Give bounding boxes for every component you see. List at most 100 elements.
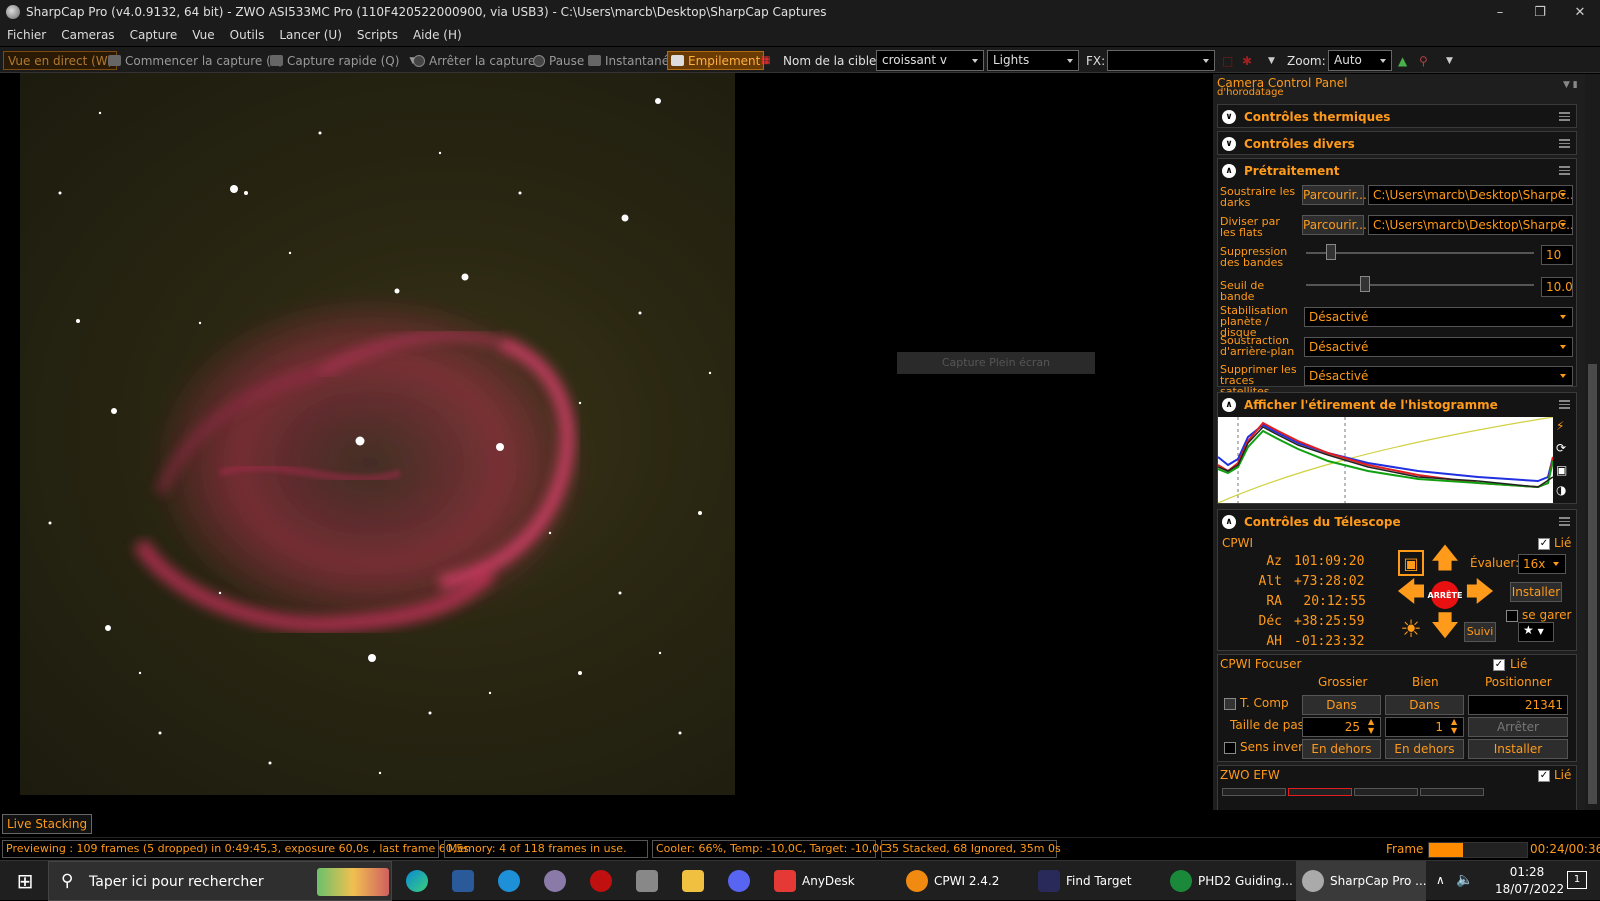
taskbar-app-sharpcap[interactable]: SharpCap Pro ... (1302, 867, 1427, 895)
snapshot-button[interactable]: Instantané (588, 51, 669, 70)
taskbar-app-find-target[interactable]: Find Target (1038, 867, 1132, 895)
quick-capture-button[interactable]: Capture rapide (Q)▼ (270, 51, 416, 70)
stacking-button[interactable]: Empilement (667, 51, 765, 70)
pause-button[interactable]: Pause (533, 51, 584, 70)
band-threshold-value-input[interactable]: 10.0 (1541, 277, 1573, 297)
coarse-out-button[interactable]: En dehors (1302, 739, 1381, 759)
chevron-up-icon[interactable]: ∧ (1222, 398, 1236, 412)
star-icon[interactable]: ★ ▼ (1518, 622, 1554, 642)
arrow-right-button[interactable]: 🡆 (1465, 575, 1495, 610)
filter-slot-3[interactable] (1354, 788, 1418, 796)
menu-icon[interactable] (1559, 166, 1570, 175)
app-star-icon[interactable] (636, 867, 664, 895)
taskbar-app-cpwi[interactable]: CPWI 2.4.2 (906, 867, 999, 895)
arrow-up-button[interactable]: 🡅 (1430, 541, 1460, 576)
filter-slot-4[interactable] (1420, 788, 1484, 796)
red-cross-icon[interactable]: ✱ (1242, 51, 1252, 70)
fine-out-button[interactable]: En dehors (1385, 739, 1464, 759)
coarse-step-spinner-icon[interactable]: ▲ ▼ (1368, 717, 1374, 735)
panel-scrollbar[interactable] (1585, 74, 1600, 810)
rate-dropdown[interactable]: 16x (1518, 554, 1566, 574)
stabilization-dropdown[interactable]: Désactivé (1304, 307, 1573, 327)
histogram-icon[interactable]: ▲ (1398, 51, 1407, 70)
stop-capture-button[interactable]: Arrêter la capture (413, 51, 535, 70)
menu-capture[interactable]: Capture (130, 28, 178, 42)
scrollbar-thumb[interactable] (1588, 364, 1597, 804)
target-name-dropdown[interactable]: croissant v (876, 50, 984, 71)
chevron-up-icon[interactable]: ∧ (1222, 515, 1236, 529)
band-threshold-slider[interactable] (1306, 276, 1534, 292)
filter-slot-1[interactable] (1222, 788, 1286, 796)
reset-icon[interactable]: ⟳ (1556, 441, 1566, 455)
panel-pin-icon[interactable]: ▼ ▮ (1563, 80, 1578, 90)
ccleaner-icon[interactable] (498, 867, 526, 895)
satellite-trails-dropdown[interactable]: Désactivé (1304, 366, 1573, 386)
banding-value-input[interactable]: 10 (1541, 245, 1573, 265)
search-box[interactable]: ⚲ Taper ici pour rechercher (48, 861, 392, 901)
temp-comp-checkbox[interactable] (1224, 698, 1236, 710)
minimize-button[interactable]: – (1480, 0, 1520, 24)
thermal-section[interactable]: ∨ Contrôles thermiques (1217, 104, 1577, 128)
darks-path-dropdown[interactable]: C:\Users\marcb\Desktop\SharpC... (1368, 185, 1573, 205)
flats-path-dropdown[interactable]: C:\Users\marcb\Desktop\SharpC... (1368, 215, 1573, 235)
menu-icon[interactable] (1559, 517, 1570, 526)
menu-launch[interactable]: Lancer (U) (279, 28, 342, 42)
start-capture-button[interactable]: Commencer la capture (S) (108, 51, 283, 70)
tray-chevron-icon[interactable]: ∧ (1436, 873, 1445, 887)
menu-file[interactable]: Fichier (7, 28, 46, 42)
band-threshold-slider-knob[interactable] (1360, 276, 1370, 292)
misc-section[interactable]: ∨ Contrôles divers (1217, 131, 1577, 155)
mount-setup-button[interactable]: Installer (1510, 582, 1562, 602)
menu-view[interactable]: Vue (192, 28, 214, 42)
focuser-position-input[interactable]: 21341 (1468, 695, 1568, 715)
menu-tools[interactable]: Outils (230, 28, 265, 42)
contrast-icon[interactable]: ◑ (1556, 483, 1566, 497)
discord-icon[interactable] (728, 867, 756, 895)
fine-step-spinner-icon[interactable]: ▲ ▼ (1451, 717, 1457, 735)
clock-time[interactable]: 01:28 (1495, 865, 1559, 879)
menu-cameras[interactable]: Cameras (61, 28, 114, 42)
taskbar-app-phd2[interactable]: PHD2 Guiding... (1170, 867, 1293, 895)
notification-icon[interactable]: 1 (1567, 871, 1587, 889)
zoom-dropdown[interactable]: Auto (1328, 50, 1392, 71)
fx-dropdown[interactable] (1107, 50, 1215, 71)
chevron-down-icon[interactable]: ∨ (1222, 137, 1236, 151)
darks-browse-button[interactable]: Parcourir... (1302, 185, 1367, 205)
banding-slider-knob[interactable] (1326, 244, 1336, 260)
menu-icon[interactable] (1559, 139, 1570, 148)
menu-icon[interactable] (1559, 400, 1570, 409)
sun-icon[interactable]: ☀ (1396, 614, 1426, 644)
volume-icon[interactable]: 🔈 (1456, 872, 1473, 888)
clock-date[interactable]: 18/07/2022 (1495, 882, 1564, 896)
focuser-setup-button[interactable]: Installer (1468, 739, 1568, 759)
frame-type-dropdown[interactable]: Lights (987, 50, 1079, 71)
save-icon[interactable]: ▣ (1556, 463, 1567, 477)
track-button[interactable]: Suivi (1464, 622, 1496, 642)
chevron-down-icon[interactable]: ▼ (1268, 51, 1275, 70)
app-red-icon[interactable] (590, 867, 618, 895)
maximize-button[interactable]: ❐ (1520, 0, 1560, 24)
live-view-button[interactable]: Vue en direct (W) (3, 51, 118, 70)
focuser-linked-checkbox[interactable]: ✓ (1493, 659, 1505, 671)
app-icon[interactable] (544, 867, 572, 895)
file-explorer-icon[interactable] (682, 867, 710, 895)
chevron-up-icon[interactable]: ∧ (1222, 164, 1236, 178)
menu-help[interactable]: Aide (H) (413, 28, 462, 42)
arrow-down-button[interactable]: 🡇 (1430, 609, 1460, 644)
fine-in-button[interactable]: Dans (1385, 695, 1464, 715)
windows-start-icon[interactable]: ⊞ (12, 867, 38, 895)
histogram-graph[interactable] (1218, 417, 1553, 503)
taskbar-app-anydesk[interactable]: AnyDesk (774, 867, 855, 895)
focuser-stop-button[interactable]: Arrêter (1468, 717, 1568, 737)
edge-icon[interactable] (406, 867, 434, 895)
stellarium-icon[interactable] (452, 867, 480, 895)
chevron-down-icon[interactable]: ∨ (1222, 110, 1236, 124)
close-button[interactable]: ✕ (1560, 0, 1600, 24)
background-sub-dropdown[interactable]: Désactivé (1304, 337, 1573, 357)
zoom-icon[interactable]: ⚲ (1419, 51, 1428, 70)
chevron-down-icon[interactable]: ▼ (1446, 51, 1453, 70)
menu-icon[interactable] (1559, 112, 1570, 121)
lightning-icon[interactable]: ⚡ (1556, 419, 1564, 433)
live-stacking-tab[interactable]: Live Stacking (2, 814, 93, 834)
reverse-checkbox[interactable] (1224, 742, 1236, 754)
